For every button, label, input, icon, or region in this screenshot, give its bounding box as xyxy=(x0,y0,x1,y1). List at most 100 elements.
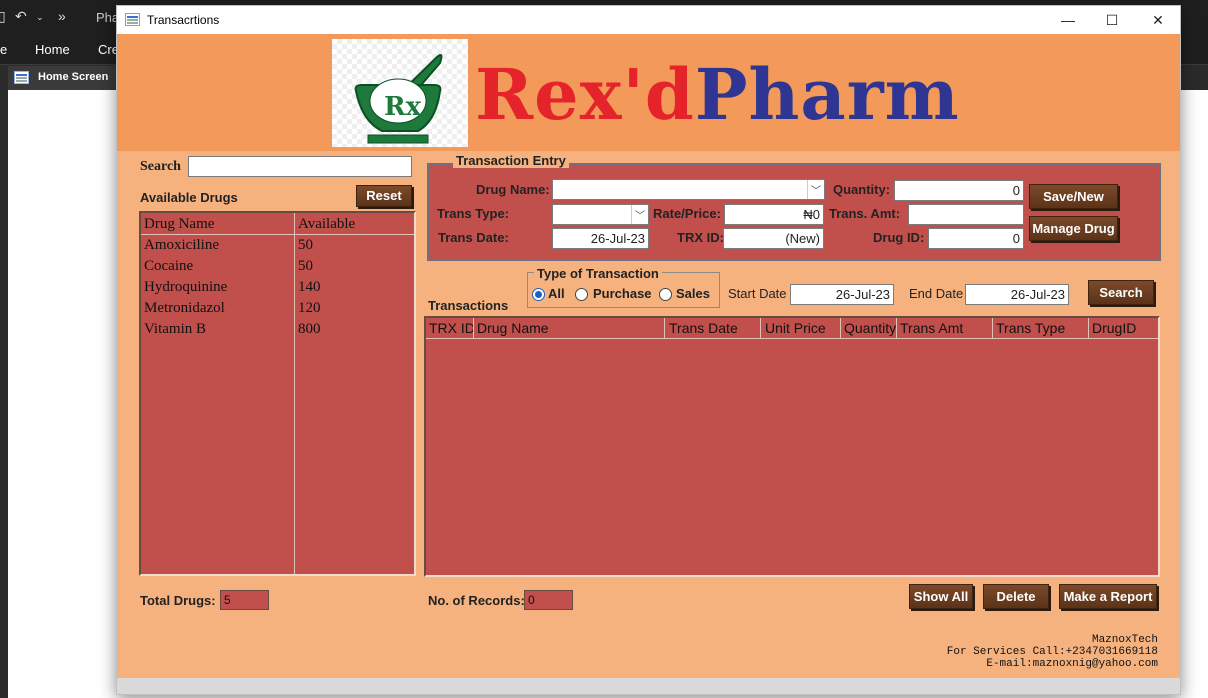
window-titlebar[interactable]: Transacrtions — ☐ ✕ xyxy=(117,6,1180,34)
transactions-window: Transacrtions — ☐ ✕ Rx Rex'dPharm Search… xyxy=(116,5,1181,695)
column-divider xyxy=(294,213,295,574)
drug-name: Metronidazol xyxy=(144,300,225,316)
mortar-pestle-logo: Rx xyxy=(332,39,468,147)
transactions-label: Transactions xyxy=(428,298,509,313)
drug-available: 50 xyxy=(298,237,313,253)
grid-header: TRX ID Drug Name Trans Date Unit Price Q… xyxy=(426,318,1158,339)
drug-available: 140 xyxy=(298,279,321,295)
reset-button[interactable]: Reset xyxy=(356,185,412,207)
rate-price-label: Rate/Price: xyxy=(653,206,721,221)
trans-date-label: Trans Date: xyxy=(438,230,509,245)
chevron-down-icon[interactable]: ﹀ xyxy=(631,205,648,224)
trans-type-combobox[interactable]: ﹀ xyxy=(552,204,649,225)
save-new-button[interactable]: Save/New xyxy=(1029,184,1118,209)
radio-all[interactable] xyxy=(532,288,545,301)
trx-id-input[interactable]: (New) xyxy=(723,228,824,249)
window-title: Transacrtions xyxy=(147,13,220,27)
radio-sales-label[interactable]: Sales xyxy=(676,286,710,301)
drug-id-input[interactable]: 0 xyxy=(928,228,1024,249)
trx-id-label: TRX ID: xyxy=(677,230,724,245)
column-divider xyxy=(760,318,761,339)
transaction-type-legend: Type of Transaction xyxy=(534,266,662,281)
minimize-button[interactable]: — xyxy=(1045,6,1091,34)
end-date-input[interactable]: 26-Jul-23 xyxy=(965,284,1069,305)
column-divider xyxy=(1088,318,1089,339)
records-label: No. of Records: xyxy=(428,593,525,608)
svg-text:Rx: Rx xyxy=(384,92,422,122)
total-drugs-label: Total Drugs: xyxy=(140,593,216,608)
footer-email: E-mail:maznoxnig@yahoo.com xyxy=(986,658,1158,670)
search-label: Search xyxy=(140,159,181,174)
delete-button[interactable]: Delete xyxy=(983,584,1049,609)
column-header-quantity[interactable]: Quantity xyxy=(842,320,896,338)
mortar-pestle-icon: Rx xyxy=(354,54,443,144)
show-all-button[interactable]: Show All xyxy=(909,584,973,609)
manage-drug-button[interactable]: Manage Drug xyxy=(1029,216,1118,241)
trans-date-input[interactable]: 26-Jul-23 xyxy=(552,228,649,249)
available-drugs-label: Available Drugs xyxy=(140,190,238,205)
horizontal-scrollbar[interactable] xyxy=(117,678,1180,694)
drug-name: Amoxiciline xyxy=(144,237,219,253)
close-button[interactable]: ✕ xyxy=(1135,6,1181,34)
make-report-button[interactable]: Make a Report xyxy=(1059,584,1157,609)
column-header-drug-name[interactable]: Drug Name xyxy=(144,216,214,233)
column-header-drug-id[interactable]: DrugID xyxy=(1090,320,1158,338)
undo-dropdown-icon[interactable]: ⌄ xyxy=(36,12,44,23)
records-value: 0 xyxy=(524,590,573,610)
rate-price-input[interactable]: ₦0 xyxy=(724,204,824,225)
drug-name-combobox[interactable]: ﹀ xyxy=(552,179,825,200)
form-icon xyxy=(125,13,140,26)
trans-type-label: Trans Type: xyxy=(437,206,510,221)
column-header-unit-price[interactable]: Unit Price xyxy=(763,320,840,338)
column-divider xyxy=(664,318,665,339)
total-drugs-value: 5 xyxy=(220,590,269,610)
radio-all-label[interactable]: All xyxy=(548,286,565,301)
doc-tab-label: Home Screen xyxy=(38,71,109,83)
column-header-trans-amt[interactable]: Trans Amt xyxy=(898,320,990,338)
drug-available: 50 xyxy=(298,258,313,274)
drug-name: Vitamin B xyxy=(144,321,207,337)
drug-available: 120 xyxy=(298,300,321,316)
footer-company: MaznoxTech xyxy=(1091,634,1158,646)
undo-icon[interactable]: ↶ xyxy=(15,8,27,25)
footer-phone: For Services Call:+2347031669118 xyxy=(946,646,1158,658)
trans-amt-label: Trans. Amt: xyxy=(829,206,901,221)
column-header-trans-date[interactable]: Trans Date xyxy=(667,320,759,338)
column-divider xyxy=(840,318,841,339)
transaction-entry-legend: Transaction Entry xyxy=(453,153,569,168)
list-header: Drug Name Available xyxy=(141,213,414,235)
quantity-label: Quantity: xyxy=(833,182,891,197)
drug-search-input[interactable] xyxy=(188,156,412,177)
column-header-drug-name[interactable]: Drug Name xyxy=(475,320,664,338)
customize-toolbar-icon[interactable]: » xyxy=(58,8,66,24)
chevron-down-icon[interactable]: ﹀ xyxy=(807,180,824,199)
header-banner: Rx Rex'dPharm xyxy=(117,34,1180,151)
ribbon-tab-file[interactable]: e xyxy=(0,42,7,57)
column-divider xyxy=(992,318,993,339)
column-header-trx-id[interactable]: TRX ID xyxy=(427,320,473,338)
available-drugs-list[interactable]: Drug Name Available Amoxiciline 50 Cocai… xyxy=(139,211,416,576)
trans-amt-input[interactable] xyxy=(908,204,1024,225)
save-icon[interactable]: ▯ xyxy=(0,8,6,25)
brand-rexd: Rex'd xyxy=(475,53,695,136)
drug-id-label: Drug ID: xyxy=(873,230,925,245)
transactions-grid[interactable]: TRX ID Drug Name Trans Date Unit Price Q… xyxy=(424,316,1160,577)
drug-name: Hydroquinine xyxy=(144,279,228,295)
start-date-label: Start Date xyxy=(728,286,787,301)
drug-name-label: Drug Name: xyxy=(476,182,550,197)
column-header-available[interactable]: Available xyxy=(298,216,355,233)
column-header-trans-type[interactable]: Trans Type xyxy=(994,320,1086,338)
search-button[interactable]: Search xyxy=(1088,280,1154,305)
contact-footer: MaznoxTech For Services Call:+2347031669… xyxy=(947,634,1158,670)
form-icon xyxy=(14,71,29,84)
doc-tab-home-screen[interactable]: Home Screen xyxy=(8,66,118,90)
end-date-label: End Date xyxy=(909,286,964,301)
ribbon-tab-home[interactable]: Home xyxy=(35,42,70,57)
start-date-input[interactable]: 26-Jul-23 xyxy=(790,284,894,305)
radio-purchase-label[interactable]: Purchase xyxy=(593,286,652,301)
brand-pharm: Pharm xyxy=(694,53,960,136)
radio-sales[interactable] xyxy=(659,288,672,301)
radio-purchase[interactable] xyxy=(575,288,588,301)
quantity-input[interactable]: 0 xyxy=(894,180,1024,201)
maximize-button[interactable]: ☐ xyxy=(1089,6,1135,34)
